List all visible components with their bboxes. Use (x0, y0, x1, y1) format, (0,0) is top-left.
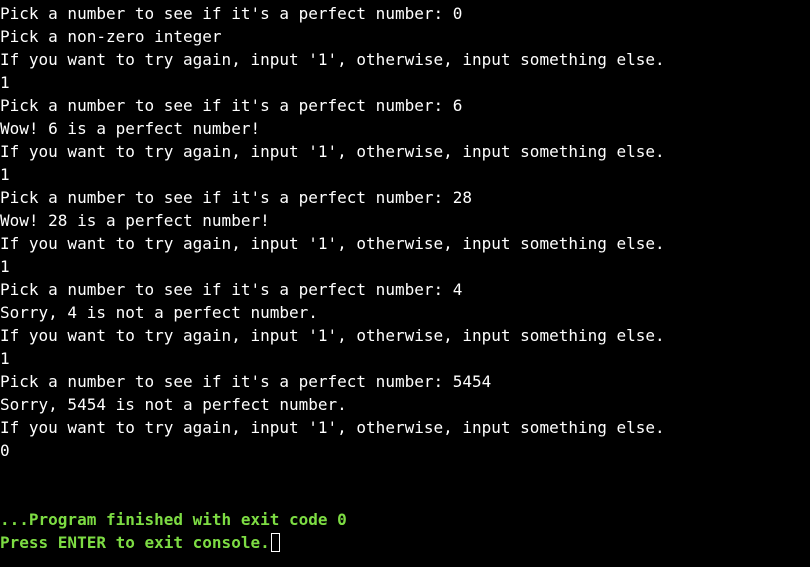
exit-prompt-message: Press ENTER to exit console. (0, 533, 270, 552)
output-line: Pick a number to see if it's a perfect n… (0, 4, 463, 23)
output-line: Sorry, 5454 is not a perfect number. (0, 395, 347, 414)
output-line: Pick a number to see if it's a perfect n… (0, 96, 463, 115)
output-line: Pick a number to see if it's a perfect n… (0, 280, 463, 299)
output-line: Pick a number to see if it's a perfect n… (0, 372, 492, 391)
output-line: If you want to try again, input '1', oth… (0, 234, 665, 253)
output-line: Pick a number to see if it's a perfect n… (0, 188, 473, 207)
output-line: 0 (0, 441, 10, 460)
output-line: Wow! 6 is a perfect number! (0, 119, 261, 138)
output-line: 1 (0, 349, 10, 368)
output-line: Wow! 28 is a perfect number! (0, 211, 270, 230)
output-line: If you want to try again, input '1', oth… (0, 326, 665, 345)
output-line: Pick a non-zero integer (0, 27, 222, 46)
text-cursor[interactable] (270, 533, 280, 552)
output-lines: Pick a number to see if it's a perfect n… (0, 2, 810, 462)
output-line: If you want to try again, input '1', oth… (0, 50, 665, 69)
output-line: If you want to try again, input '1', oth… (0, 418, 665, 437)
terminal-console[interactable]: Pick a number to see if it's a perfect n… (0, 0, 810, 567)
exit-prompt-line: Press ENTER to exit console. (0, 531, 810, 554)
exit-code-message: ...Program finished with exit code 0 (0, 510, 347, 529)
output-line: 1 (0, 257, 10, 276)
output-line: If you want to try again, input '1', oth… (0, 142, 665, 161)
output-line: 1 (0, 165, 10, 184)
output-line: Sorry, 4 is not a perfect number. (0, 303, 318, 322)
output-line: 1 (0, 73, 10, 92)
